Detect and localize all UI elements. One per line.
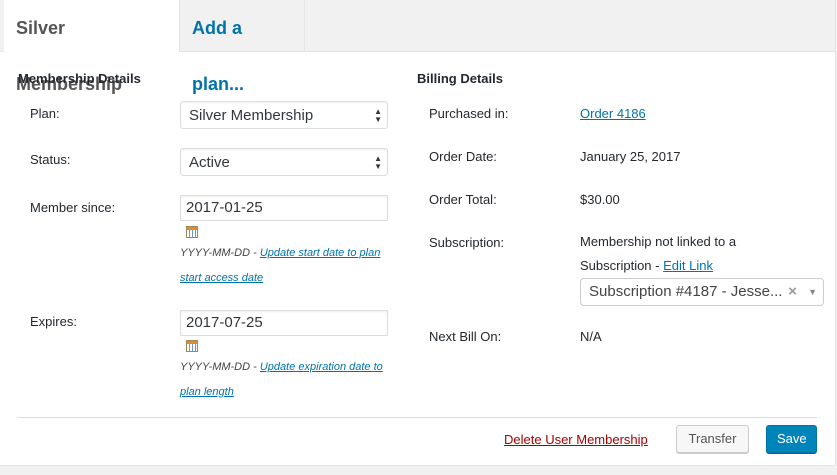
expires-label: Expires: — [30, 314, 77, 329]
plan-tabs: Silver Membership Add a plan... — [0, 0, 835, 94]
member-since-label: Member since: — [30, 200, 116, 215]
select-arrows-icon: ▲ ▼ — [374, 107, 382, 124]
order-link[interactable]: Order 4186 — [580, 106, 646, 121]
member-since-hint: YYYY-MM-DD - Update start date to plan s… — [180, 241, 390, 291]
billing-details-heading: Billing Details — [417, 71, 503, 86]
expires-input[interactable]: 2017-07-25 — [180, 310, 388, 336]
subscription-label: Subscription: — [429, 235, 505, 250]
date-format-hint: YYYY-MM-DD - — [180, 361, 260, 373]
clear-icon[interactable]: × — [788, 279, 797, 305]
tab-add-plan[interactable]: Add a plan... — [180, 0, 305, 94]
expires-hint: YYYY-MM-DD - Update expiration date to p… — [180, 355, 390, 405]
transfer-button[interactable]: Transfer — [676, 425, 749, 453]
order-total-value: $30.00 — [580, 192, 620, 207]
divider — [17, 417, 817, 418]
next-bill-label: Next Bill On: — [429, 329, 502, 344]
member-since-input[interactable]: 2017-01-25 — [180, 195, 388, 221]
next-bill-value: N/A — [580, 329, 602, 344]
status-select-value: Active — [189, 154, 230, 171]
calendar-icon[interactable] — [186, 340, 198, 352]
plan-select-value: Silver Membership — [189, 107, 314, 124]
order-date-value: January 25, 2017 — [580, 149, 681, 164]
chevron-down-icon: ▼ — [808, 287, 817, 297]
subscription-select[interactable]: Subscription #4187 - Jesse... × ▼ — [580, 278, 824, 306]
purchased-in-label: Purchased in: — [429, 106, 509, 121]
subscription-text: Membership not linked to a Subscription … — [580, 230, 760, 278]
edit-link[interactable]: Edit Link — [663, 258, 713, 273]
calendar-icon[interactable] — [186, 226, 198, 238]
delete-membership-link[interactable]: Delete User Membership — [504, 432, 648, 447]
status-select[interactable]: Active ▲ ▼ — [180, 148, 388, 176]
save-button[interactable]: Save — [766, 425, 817, 453]
membership-details-heading: Membership Details — [18, 71, 141, 86]
order-date-label: Order Date: — [429, 149, 497, 164]
order-total-label: Order Total: — [429, 192, 497, 207]
status-label: Status: — [30, 152, 71, 167]
plan-select[interactable]: Silver Membership ▲ ▼ — [180, 101, 388, 129]
select-arrows-icon: ▲ ▼ — [374, 154, 382, 171]
plan-label: Plan: — [30, 106, 60, 121]
subscription-select-value: Subscription #4187 - Jesse... — [589, 283, 783, 300]
tab-silver-membership[interactable]: Silver Membership — [4, 0, 180, 94]
date-format-hint: YYYY-MM-DD - — [180, 247, 260, 259]
